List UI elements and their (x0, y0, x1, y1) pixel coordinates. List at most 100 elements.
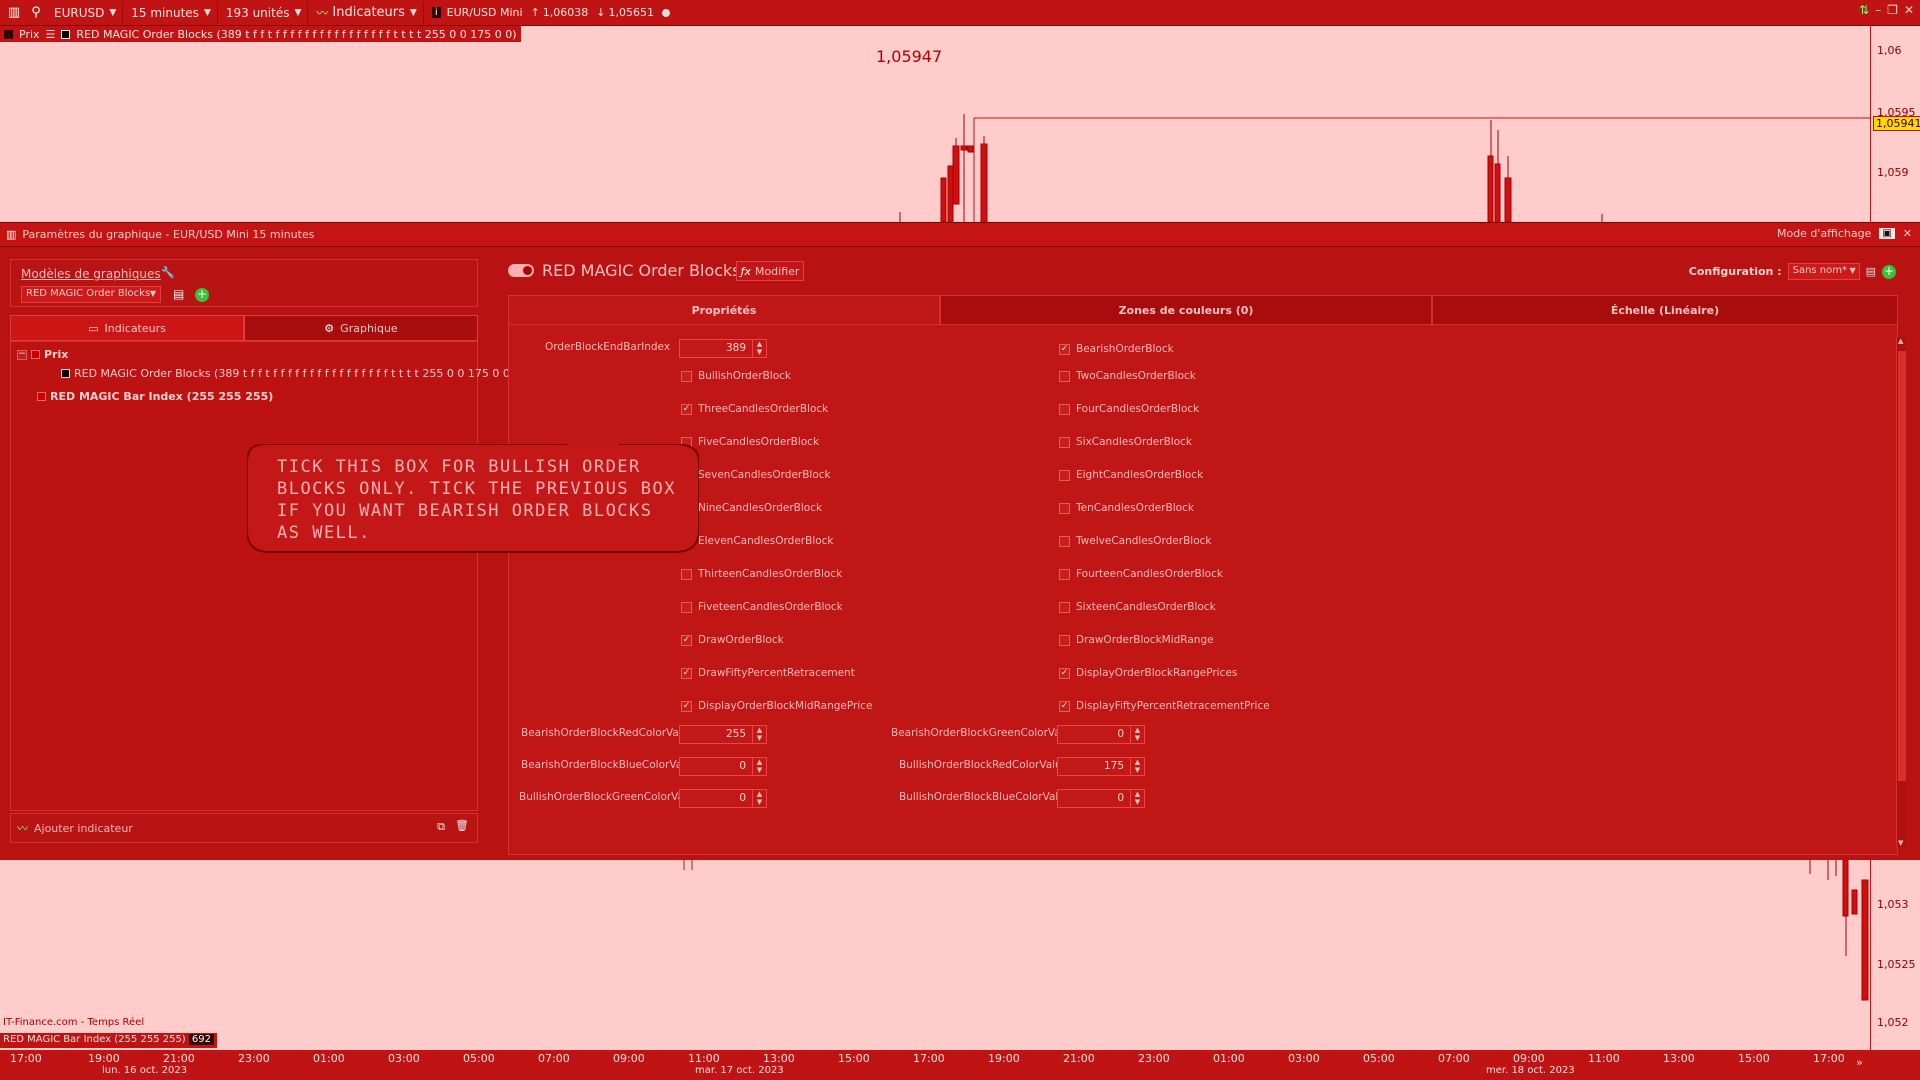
save-icon[interactable]: ▤ (1866, 265, 1876, 278)
list-icon[interactable]: ☰ (46, 28, 56, 41)
refresh-icon[interactable]: ⇅ (1859, 3, 1869, 17)
wrench-icon[interactable]: 🔧 (161, 266, 175, 279)
checkbox-seven-candles[interactable]: SevenCandlesOrderBlock (681, 469, 831, 481)
search-icon[interactable]: ⚲ (26, 3, 46, 23)
restore-icon[interactable]: ❐ (1887, 3, 1898, 17)
checkbox-box[interactable] (1059, 469, 1070, 481)
checkmark-icon[interactable]: ✓ (681, 700, 692, 712)
tab-chart[interactable]: ⚙ Graphique (244, 315, 478, 341)
tree-item-order-blocks[interactable]: RED MAGIC Order Blocks (389 t f f t f f … (61, 367, 514, 380)
properties-scrollbar[interactable]: ▲ ▼ (1896, 337, 1906, 847)
checkbox-box[interactable] (1059, 403, 1070, 415)
checkmark-icon[interactable]: ✓ (681, 667, 692, 679)
timeframe-dropdown[interactable]: 15 minutes ▼ (125, 1, 218, 24)
instrument-info[interactable]: i EUR/USD Mini ↑ 1,06038 ↓ 1,05651 (426, 2, 676, 24)
checkbox-four-candles[interactable]: FourCandlesOrderBlock (1059, 403, 1199, 415)
checkmark-icon[interactable]: ✓ (681, 634, 692, 646)
checkmark-icon[interactable]: ✓ (1059, 343, 1070, 355)
display-mode-icon[interactable]: ▣ (1879, 228, 1895, 239)
checkbox-box[interactable] (1059, 568, 1070, 580)
time-axis[interactable]: 17:00 19:00 21:00 23:00 01:00 03:00 05:0… (0, 1050, 1920, 1080)
display-mode-label[interactable]: Mode d'affichage (1777, 227, 1871, 240)
bearish-blue-input[interactable]: 0 ▲ ▼ (679, 757, 767, 776)
spinner-icon[interactable]: ▲ ▼ (1130, 758, 1144, 775)
checkbox-box[interactable] (1059, 634, 1070, 646)
end-bar-index-input[interactable]: 389 ▲ ▼ (679, 339, 767, 358)
checkbox-box[interactable] (1059, 370, 1070, 382)
checkmark-icon[interactable]: ✓ (1059, 667, 1070, 679)
spinner-icon[interactable]: ▲ ▼ (752, 758, 766, 775)
checkbox-eleven-candles[interactable]: ElevenCandlesOrderBlock (681, 535, 834, 547)
checkbox-draw-order-block[interactable]: ✓ DrawOrderBlock (681, 634, 784, 646)
copy-icon[interactable]: ⧉ (437, 820, 445, 834)
checkbox-box[interactable] (681, 370, 692, 382)
spinner-icon[interactable]: ▲ ▼ (752, 726, 766, 743)
spinner-icon[interactable]: ▲ ▼ (1130, 790, 1144, 807)
checkbox-box[interactable] (1059, 502, 1070, 514)
add-icon[interactable]: + (195, 288, 209, 302)
checkbox-display-range-prices[interactable]: ✓ DisplayOrderBlockRangePrices (1059, 667, 1237, 679)
tree-item-bar-index[interactable]: RED MAGIC Bar Index (255 255 255) (37, 390, 273, 403)
checkbox-eight-candles[interactable]: EightCandlesOrderBlock (1059, 469, 1203, 481)
symbol-dropdown[interactable]: EURUSD ▼ (48, 1, 124, 24)
checkmark-icon[interactable]: ✓ (1059, 700, 1070, 712)
checkbox-display-fifty-percent-price[interactable]: ✓ DisplayFiftyPercentRetracementPrice (1059, 700, 1270, 712)
tab-properties[interactable]: Propriétés (508, 295, 940, 325)
checkbox-box[interactable] (1059, 535, 1070, 547)
models-title[interactable]: Modèles de graphiques (21, 267, 161, 281)
checkbox-thirteen-candles[interactable]: ThirteenCandlesOrderBlock (681, 568, 842, 580)
scrollbar-thumb[interactable] (1898, 351, 1906, 781)
checkbox-box[interactable] (681, 568, 692, 580)
tree-item-prix[interactable]: − Prix (17, 348, 68, 361)
tab-color-zones[interactable]: Zones de couleurs (0) (940, 295, 1432, 325)
checkbox-display-mid-range-price[interactable]: ✓ DisplayOrderBlockMidRangePrice (681, 700, 872, 712)
collapse-icon[interactable]: − (17, 349, 27, 360)
checkbox-bearish-order-block[interactable]: ✓ BearishOrderBlock (1059, 343, 1174, 355)
spinner-icon[interactable]: ▲ ▼ (752, 340, 766, 357)
bearish-red-input[interactable]: 255 ▲ ▼ (679, 725, 767, 744)
checkbox-sixteen-candles[interactable]: SixteenCandlesOrderBlock (1059, 601, 1216, 613)
models-select[interactable]: RED MAGIC Order Blocks ▼ (21, 286, 161, 303)
checkbox-box[interactable] (681, 601, 692, 613)
bearish-green-input[interactable]: 0 ▲ ▼ (1057, 725, 1145, 744)
checkbox-twelve-candles[interactable]: TwelveCandlesOrderBlock (1059, 535, 1212, 547)
close-icon[interactable]: ✕ (1904, 3, 1914, 17)
indicator-toggle[interactable] (508, 264, 534, 277)
config-select[interactable]: Sans nom* ▼ (1787, 263, 1860, 280)
scroll-right-icon[interactable]: » (1856, 1056, 1863, 1069)
tab-scale[interactable]: Échelle (Linéaire) (1432, 295, 1898, 325)
checkbox-nine-candles[interactable]: NineCandlesOrderBlock (681, 502, 822, 514)
checkbox-fourteen-candles[interactable]: FourteenCandlesOrderBlock (1059, 568, 1223, 580)
checkbox-bullish-order-block[interactable]: BullishOrderBlock (681, 370, 791, 382)
checkbox-ten-candles[interactable]: TenCandlesOrderBlock (1059, 502, 1194, 514)
checkbox-two-candles[interactable]: TwoCandlesOrderBlock (1059, 370, 1196, 382)
spinner-icon[interactable]: ▲ ▼ (752, 790, 766, 807)
legend-prix[interactable]: Prix (19, 28, 40, 41)
chart-area-bottom[interactable] (0, 860, 1870, 1050)
checkbox-draw-mid-range[interactable]: DrawOrderBlockMidRange (1059, 634, 1214, 646)
add-indicator-button[interactable]: Ajouter indicateur (34, 822, 133, 835)
checkbox-box[interactable] (1059, 601, 1070, 613)
indicators-button[interactable]: 〰 Indicateurs ▼ (310, 1, 424, 24)
save-icon[interactable]: ▤ (173, 287, 184, 301)
checkbox-fiveteen-candles[interactable]: FiveteenCandlesOrderBlock (681, 601, 843, 613)
tab-indicators[interactable]: ▭ Indicateurs (10, 315, 244, 341)
bullish-green-input[interactable]: 0 ▲ ▼ (679, 789, 767, 808)
bullish-blue-input[interactable]: 0 ▲ ▼ (1057, 789, 1145, 808)
checkbox-draw-fifty-percent[interactable]: ✓ DrawFiftyPercentRetracement (681, 667, 855, 679)
scroll-down-icon[interactable]: ▼ (1898, 839, 1903, 847)
add-icon[interactable]: + (1882, 264, 1896, 279)
chart-icon[interactable]: ▥ (4, 3, 24, 23)
legend-indicator[interactable]: RED MAGIC Order Blocks (389 t f f t f f … (76, 28, 516, 41)
checkbox-five-candles[interactable]: FiveCandlesOrderBlock (681, 436, 819, 448)
units-dropdown[interactable]: 193 unités ▼ (220, 1, 309, 24)
spinner-icon[interactable]: ▲ ▼ (1130, 726, 1144, 743)
checkmark-icon[interactable]: ✓ (681, 403, 692, 415)
trash-icon[interactable]: 🗑 (455, 819, 469, 832)
scroll-up-icon[interactable]: ▲ (1898, 337, 1903, 345)
bullish-red-input[interactable]: 175 ▲ ▼ (1057, 757, 1145, 776)
modify-button[interactable]: ƒx Modifier (736, 261, 804, 281)
checkbox-box[interactable] (1059, 436, 1070, 448)
checkbox-three-candles[interactable]: ✓ ThreeCandlesOrderBlock (681, 403, 828, 415)
close-icon[interactable]: ✕ (1903, 227, 1912, 240)
